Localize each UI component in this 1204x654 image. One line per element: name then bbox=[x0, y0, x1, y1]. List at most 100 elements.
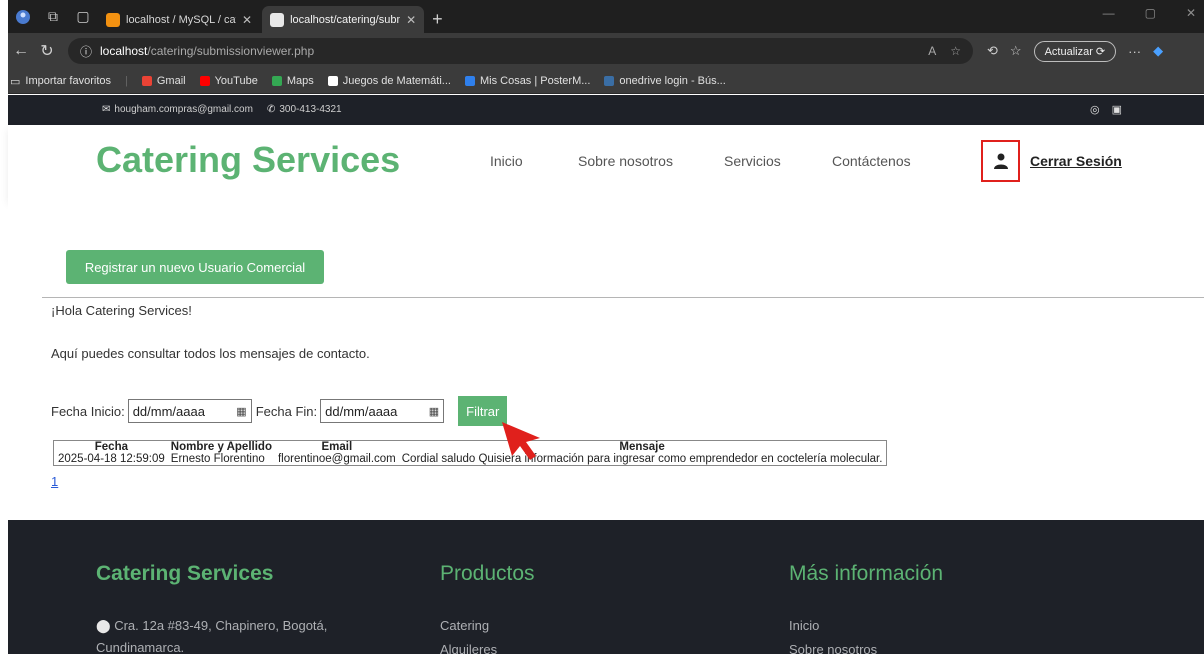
contact-email[interactable]: hougham.compras@gmail.com bbox=[114, 104, 253, 115]
footer-link[interactable]: Inicio bbox=[789, 618, 819, 633]
favorites-icon[interactable]: ☆ bbox=[1010, 43, 1022, 59]
new-tab-icon[interactable]: + bbox=[432, 6, 443, 33]
screen: ⧉ ▢ localhost / MySQL / cateringdb / ✕ l… bbox=[0, 0, 1204, 654]
fav-label: Importar favoritos bbox=[25, 75, 111, 87]
info-icon[interactable]: ⓘ bbox=[80, 43, 92, 60]
search-icon bbox=[604, 76, 615, 86]
close-window-icon[interactable]: ✕ bbox=[1186, 6, 1196, 20]
window-controls: — ▢ ✕ bbox=[1103, 6, 1196, 20]
cell-name: Ernesto Florentino bbox=[170, 453, 265, 465]
footer-products-title: Productos bbox=[440, 562, 535, 585]
user-icon bbox=[993, 153, 1008, 169]
column-header: Fecha bbox=[94, 441, 129, 453]
calendar-icon[interactable]: ▦ bbox=[429, 405, 439, 418]
contact-topbar: ✉ hougham.compras@gmail.com ✆ 300-413-4321… bbox=[8, 95, 1204, 125]
table-row: 2025-04-18 12:59:09 Ernesto Florentino f… bbox=[56, 453, 884, 465]
user-icon-highlight[interactable] bbox=[981, 140, 1020, 182]
greeting-text: ¡Hola Catering Services! bbox=[51, 303, 192, 318]
footer-brand: Catering Services bbox=[96, 562, 274, 585]
nav-servicios[interactable]: Servicios bbox=[724, 153, 781, 169]
map-pin-icon: ⬤ bbox=[96, 618, 111, 633]
site-header: Catering Services Inicio Sobre nosotros … bbox=[8, 125, 1204, 200]
nav-sobre-nosotros[interactable]: Sobre nosotros bbox=[578, 153, 673, 169]
fav-label: Juegos de Matemáti... bbox=[342, 75, 451, 87]
table-header-row: Fecha Nombre y Apellido Email Mensaje bbox=[56, 441, 884, 453]
fav-import[interactable]: ▭ Importar favoritos bbox=[10, 75, 111, 88]
fav-label: onedrive login - Bús... bbox=[619, 75, 726, 87]
main-content: Registrar un nuevo Usuario Comercial ¡Ho… bbox=[8, 200, 1204, 520]
more-menu-icon[interactable]: ··· bbox=[1128, 44, 1141, 59]
nav-contactenos[interactable]: Contáctenos bbox=[832, 153, 911, 169]
favorite-star-icon[interactable]: ☆ bbox=[950, 44, 961, 58]
extensions-icon[interactable]: ⟲ bbox=[987, 43, 998, 59]
fav-onedrive[interactable]: onedrive login - Bús... bbox=[604, 75, 726, 87]
column-header: Email bbox=[321, 441, 353, 453]
register-user-button[interactable]: Registrar un nuevo Usuario Comercial bbox=[66, 250, 324, 284]
fav-label: Mis Cosas | PosterM... bbox=[479, 75, 591, 87]
envelope-icon: ✉ bbox=[102, 104, 111, 115]
start-date-input[interactable]: dd/mm/aaaa ▦ bbox=[127, 399, 252, 423]
date-filter: Fecha Inicio: dd/mm/aaaa ▦ Fecha Fin: dd… bbox=[51, 396, 508, 426]
pagination-link[interactable]: 1 bbox=[51, 474, 58, 489]
close-tab-icon[interactable]: ✕ bbox=[406, 13, 416, 27]
minimize-icon[interactable]: — bbox=[1103, 6, 1115, 20]
url-path: /catering/submissionviewer.php bbox=[147, 44, 315, 58]
instagram-icon[interactable]: ◎ bbox=[1090, 103, 1100, 116]
import-icon: ▭ bbox=[10, 75, 21, 88]
workspaces-icon[interactable]: ⧉ bbox=[38, 0, 68, 33]
phpmyadmin-icon bbox=[106, 12, 120, 27]
close-tab-icon[interactable]: ✕ bbox=[242, 13, 252, 27]
site-footer: Catering Services ⬤ Cra. 12a #83-49, Cha… bbox=[8, 520, 1204, 654]
reload-icon[interactable]: ↻ bbox=[34, 41, 60, 61]
copilot-icon[interactable]: ◆ bbox=[1153, 43, 1163, 59]
footer-link[interactable]: Catering bbox=[440, 618, 489, 633]
url-host: localhost bbox=[100, 44, 148, 58]
url-field[interactable]: ⓘ localhost/catering/submissionviewer.ph… bbox=[68, 38, 973, 64]
read-aloud-icon[interactable]: A bbox=[928, 44, 936, 58]
logout-link[interactable]: Cerrar Sesión bbox=[1030, 153, 1122, 169]
contact-phone[interactable]: 300-413-4321 bbox=[279, 104, 341, 115]
messages-table: Fecha Nombre y Apellido Email Mensaje 20… bbox=[53, 440, 888, 466]
c-icon bbox=[327, 76, 338, 86]
browser-tab-bar: ⧉ ▢ localhost / MySQL / cateringdb / ✕ l… bbox=[8, 0, 1204, 33]
red-arrow-icon bbox=[502, 422, 540, 460]
end-date-value: dd/mm/aaaa bbox=[325, 403, 398, 419]
tab-submissionviewer[interactable]: localhost/catering/submissionviewer.php … bbox=[262, 6, 425, 33]
update-button[interactable]: Actualizar ⟳ bbox=[1033, 40, 1117, 62]
maps-icon bbox=[271, 76, 282, 86]
calendar-icon[interactable]: ▦ bbox=[236, 405, 246, 418]
favorites-bar: ▭ Importar favoritos | Gmail YouTube Maps… bbox=[8, 69, 1204, 94]
linkedin-icon[interactable]: ▣ bbox=[1112, 103, 1122, 116]
address-bar-row: ← ↻ ⓘ localhost/catering/submissionviewe… bbox=[8, 33, 1204, 69]
fav-gmail[interactable]: Gmail bbox=[141, 75, 186, 87]
end-date-input[interactable]: dd/mm/aaaa ▦ bbox=[320, 399, 445, 423]
site-brand[interactable]: Catering Services bbox=[96, 139, 400, 181]
youtube-icon bbox=[199, 76, 210, 86]
start-date-label: Fecha Inicio: bbox=[51, 403, 125, 419]
update-button-label: Actualizar bbox=[1044, 45, 1093, 58]
fav-poster[interactable]: Mis Cosas | PosterM... bbox=[464, 75, 591, 87]
page-favicon-icon bbox=[270, 12, 285, 27]
fav-math-games[interactable]: Juegos de Matemáti... bbox=[327, 75, 451, 87]
divider bbox=[42, 297, 1204, 298]
description-text: Aquí puedes consultar todos los mensajes… bbox=[51, 346, 370, 361]
profile-icon[interactable] bbox=[8, 0, 38, 33]
end-date-label: Fecha Fin: bbox=[255, 403, 318, 419]
column-header: Nombre y Apellido bbox=[170, 441, 272, 453]
footer-address: ⬤ Cra. 12a #83-49, Chapinero, Bogotá, bbox=[96, 618, 327, 634]
nav-inicio[interactable]: Inicio bbox=[490, 153, 523, 169]
footer-link[interactable]: Alquileres bbox=[440, 642, 497, 654]
restore-icon[interactable]: ▢ bbox=[1145, 6, 1156, 20]
cell-email: florentinoe@gmail.com bbox=[277, 453, 396, 465]
tab-actions-icon[interactable]: ▢ bbox=[68, 0, 98, 33]
start-date-value: dd/mm/aaaa bbox=[132, 403, 205, 419]
tab-phpmyadmin[interactable]: localhost / MySQL / cateringdb / ✕ bbox=[98, 6, 260, 33]
cell-message: Cordial saludo Quisiera información para… bbox=[401, 453, 883, 465]
footer-link[interactable]: Sobre nosotros bbox=[789, 642, 877, 654]
phone-icon: ✆ bbox=[266, 104, 276, 115]
fav-youtube[interactable]: YouTube bbox=[199, 75, 258, 87]
fav-label: Gmail bbox=[156, 75, 186, 87]
back-icon[interactable]: ← bbox=[8, 42, 34, 60]
fav-maps[interactable]: Maps bbox=[271, 75, 314, 87]
address-line-2: Cundinamarca. bbox=[96, 640, 185, 654]
